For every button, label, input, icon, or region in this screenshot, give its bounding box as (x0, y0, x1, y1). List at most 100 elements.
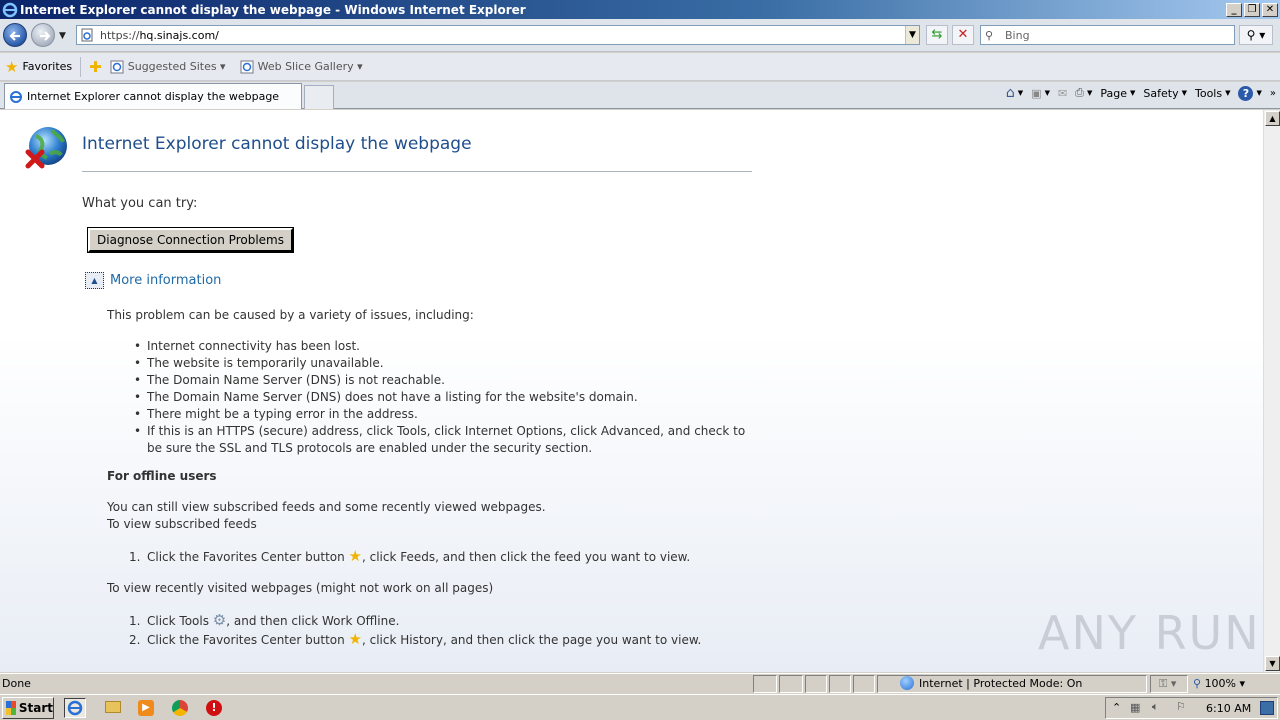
close-button[interactable]: ✕ (1262, 2, 1278, 17)
tools-menu[interactable]: Tools ▼ (1195, 87, 1231, 100)
favorites-button[interactable]: ★ Favorites (5, 57, 72, 76)
mail-icon: ✉ (1057, 86, 1068, 100)
stop-sign-icon: ! (206, 700, 222, 716)
suggested-sites-link[interactable]: Suggested Sites ▾ (110, 60, 226, 74)
printer-icon: ⎙ (1075, 86, 1084, 99)
magnifier-icon: ⚲ (1246, 28, 1256, 42)
forward-button[interactable] (31, 23, 55, 47)
help-icon: ? (1238, 85, 1254, 101)
taskbar-clock[interactable]: 6:10 AM (1206, 702, 1251, 715)
recent-step-1: 1. Click Tools ⚙, and then click Work Off… (129, 611, 400, 629)
address-bar[interactable]: https://hq.sinajs.com/ ▼ (76, 25, 920, 45)
rss-feed-icon: ▣ (1031, 86, 1042, 100)
window-title-bar[interactable]: Internet Explorer cannot display the web… (0, 0, 1280, 19)
restore-button[interactable]: ❐ (1244, 2, 1260, 17)
tray-expand-icon[interactable]: ⌃ (1112, 701, 1121, 714)
taskbar: Start ▶ ! ⌃ ▦ 🔈︎ ⚐ 6:10 AM (0, 694, 1280, 720)
vertical-scrollbar[interactable]: ▲ ▼ (1263, 110, 1280, 672)
page-menu[interactable]: Page ▼ (1100, 87, 1135, 100)
status-bar: Done Internet | Protected Mode: On ⚿ ▾ ⚲… (0, 673, 1280, 693)
back-button[interactable] (3, 23, 27, 47)
minimize-button[interactable]: _ (1226, 2, 1242, 17)
what-you-can-try-label: What you can try: (82, 196, 198, 211)
search-icon: ⚲ (985, 28, 994, 42)
page-icon (81, 28, 93, 42)
search-input[interactable]: Bing (1005, 29, 1030, 42)
divider (82, 171, 752, 172)
issues-list: Internet connectivity has been lost. The… (132, 338, 752, 457)
action-center-flag-icon[interactable]: ⚐ (1176, 700, 1186, 713)
safety-menu[interactable]: Safety ▼ (1143, 87, 1187, 100)
list-item: The Domain Name Server (DNS) does not ha… (132, 389, 752, 406)
security-zone[interactable]: Internet | Protected Mode: On (900, 676, 1082, 690)
recent-pages-dropdown[interactable]: ▼ (59, 31, 66, 41)
chrome-button[interactable] (170, 698, 192, 718)
explorer-folder-button[interactable] (102, 698, 124, 718)
subscribed-feeds-label: To view subscribed feeds (107, 517, 257, 531)
taskbar-ie-button[interactable] (64, 698, 86, 718)
favorites-bar: ★ Favorites ✚ Suggested Sites ▾ Web Slic… (0, 53, 1280, 81)
internet-globe-icon (900, 676, 914, 690)
status-panel (805, 675, 827, 693)
help-menu[interactable]: ? ▼ (1238, 85, 1262, 101)
scroll-down-arrow[interactable]: ▼ (1265, 656, 1280, 671)
back-arrow-icon (9, 31, 20, 41)
navigation-bar: ▼ https://hq.sinajs.com/ ▼ ⇆ ✕ ⚲ Bing ⚲ … (0, 19, 1280, 52)
anyrun-watermark: ANY RUN (1038, 606, 1261, 660)
ie-tab-icon (10, 90, 22, 103)
status-panel (853, 675, 875, 693)
opera-button[interactable]: ! (204, 698, 226, 718)
more-information-link[interactable]: More information (110, 273, 221, 288)
window-title: Internet Explorer cannot display the web… (20, 2, 526, 17)
error-globe-icon (25, 127, 67, 169)
collapse-toggle-icon[interactable]: ▲ (85, 272, 104, 289)
read-mail-button[interactable]: ✉ (1058, 87, 1067, 100)
system-tray: ⌃ ▦ 🔈︎ ⚐ 6:10 AM (1105, 697, 1278, 719)
more-commands-chevron[interactable]: » (1270, 88, 1276, 99)
stop-button[interactable]: ✕ (952, 25, 974, 45)
ie-page-icon (110, 60, 124, 73)
diagnose-connection-button[interactable]: Diagnose Connection Problems (87, 227, 294, 253)
search-box[interactable]: ⚲ Bing (980, 25, 1235, 45)
home-button[interactable]: ⌂ ▼ (1006, 85, 1023, 101)
list-item: If this is an HTTPS (secure) address, cl… (132, 423, 752, 457)
chrome-icon (172, 700, 188, 716)
favorites-star-icon: ★ (348, 547, 362, 565)
protected-mode-panel[interactable]: ⚿ ▾ (1150, 675, 1188, 693)
print-button[interactable]: ⎙ ▼ (1075, 86, 1092, 100)
ie-logo-icon (67, 700, 83, 716)
cause-intro-text: This problem can be caused by a variety … (107, 308, 474, 322)
network-icon[interactable]: ▦ (1130, 701, 1140, 714)
forward-arrow-icon (40, 31, 51, 41)
tab-bar: Internet Explorer cannot display the web… (0, 82, 1280, 109)
recent-pages-label: To view recently visited webpages (might… (107, 581, 494, 595)
feeds-button[interactable]: ▣ ▼ (1031, 87, 1050, 100)
list-item: Internet connectivity has been lost. (132, 338, 752, 355)
zoom-control[interactable]: ⚲ 100% ▾ (1193, 677, 1245, 690)
start-button[interactable]: Start (2, 697, 54, 719)
show-desktop-button[interactable] (1260, 701, 1274, 715)
refresh-button[interactable]: ⇆ (926, 25, 948, 45)
command-bar: ⌂ ▼ ▣ ▼ ✉ ⎙ ▼ Page ▼ Safety ▼ Tools ▼ ? ▼ » (998, 85, 1276, 101)
media-player-button[interactable]: ▶ (136, 698, 158, 718)
folder-icon (105, 701, 121, 713)
feeds-step: 1. Click the Favorites Center button ★, c… (129, 547, 691, 565)
offline-paragraph: You can still view subscribed feeds and … (107, 500, 546, 514)
address-url[interactable]: https://hq.sinajs.com/ (100, 29, 905, 42)
gear-icon: ⚙ (212, 611, 227, 629)
scroll-up-arrow[interactable]: ▲ (1265, 111, 1280, 126)
page-content: Internet Explorer cannot display the web… (0, 110, 1263, 672)
address-dropdown-button[interactable]: ▼ (905, 26, 919, 44)
volume-icon[interactable]: 🔈︎ (1152, 700, 1159, 714)
status-panel (829, 675, 851, 693)
tab-active[interactable]: Internet Explorer cannot display the web… (4, 83, 302, 109)
recent-step-2: 2. Click the Favorites Center button ★, c… (129, 630, 702, 648)
new-tab-button[interactable] (304, 85, 334, 109)
web-slice-gallery-link[interactable]: Web Slice Gallery ▾ (240, 60, 363, 74)
search-button[interactable]: ⚲ ▾ (1239, 25, 1273, 45)
add-to-favorites-icon[interactable]: ✚ (89, 59, 102, 74)
ie-page-icon (240, 60, 254, 73)
list-item: There might be a typing error in the add… (132, 406, 752, 423)
favorites-star-icon: ★ (5, 57, 19, 76)
stop-icon: ✕ (957, 27, 969, 42)
